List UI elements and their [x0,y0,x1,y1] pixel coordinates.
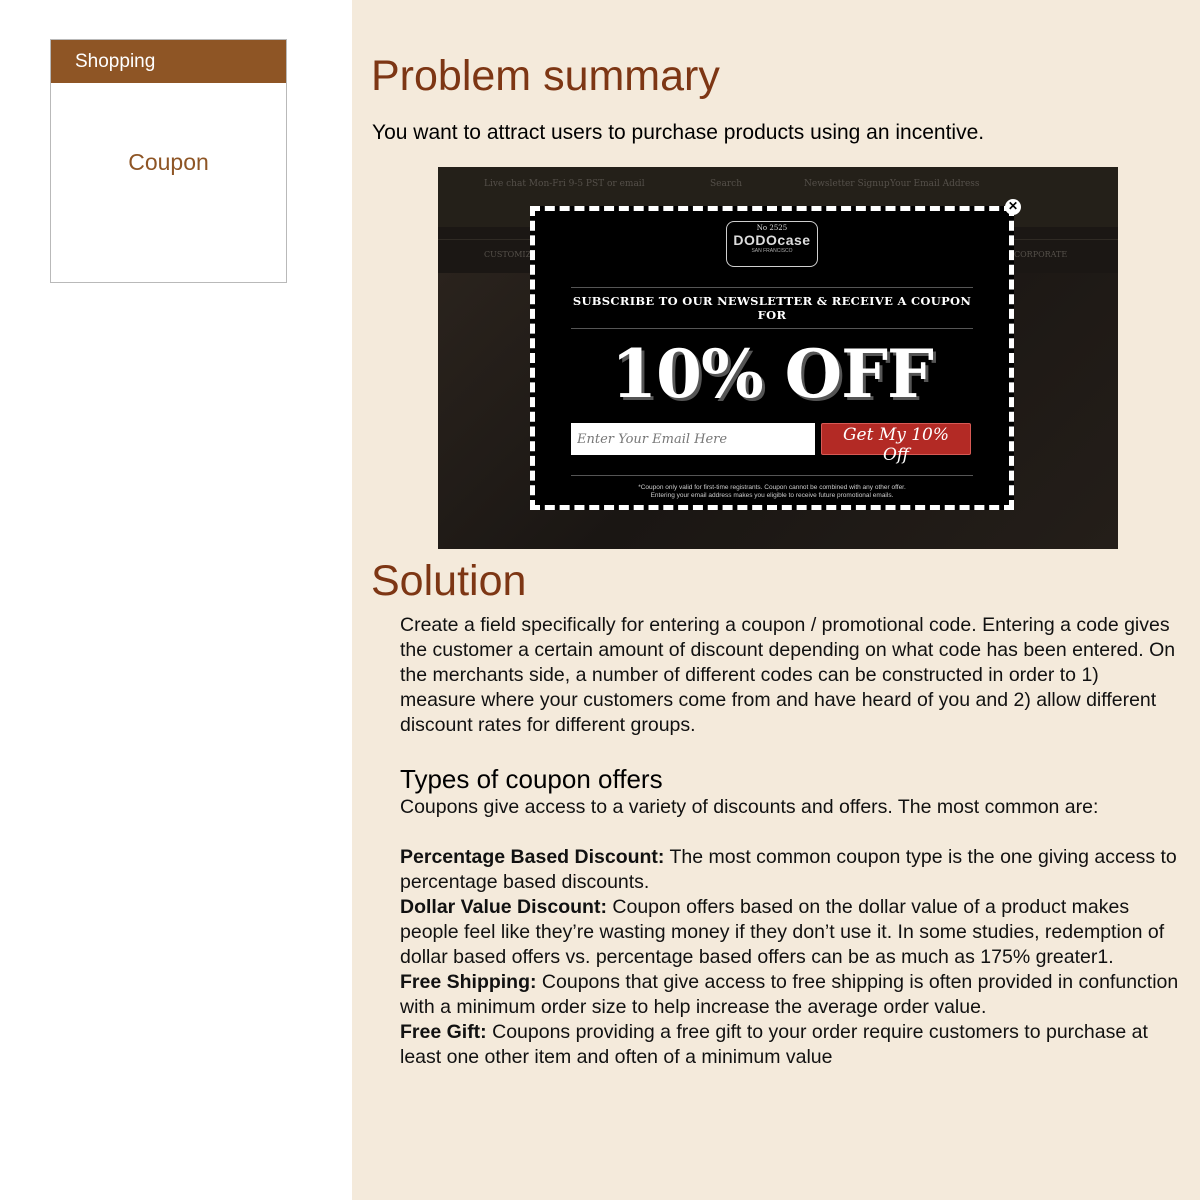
list-item: Free Shipping: Coupons that give access … [400,970,1180,1020]
topbar-text-search: Search [710,179,742,189]
item-label: Dollar Value Discount: [400,896,607,918]
sidebar: Shopping Coupon [0,0,352,1200]
types-list: Percentage Based Discount: The most comm… [400,845,1180,1070]
coupon-modal: ✕ No 2525 DODOcase SAN FRANCISCO SUBSCRI… [530,199,1021,510]
list-item: Free Gift: Coupons providing a free gift… [400,1020,1180,1070]
fine-print: *Coupon only valid for first-time regist… [571,475,973,500]
list-item: Dollar Value Discount: Coupon offers bas… [400,895,1180,970]
fine-print-line-2: Entering your email address makes you el… [650,492,894,499]
badge-brand: DODOcase [733,232,811,248]
signup-form: Get My 10% Off [571,423,973,465]
category-card: Shopping Coupon [50,39,287,283]
topbar-text-email: Your Email Address [890,179,980,189]
solution-text: Create a field specifically for entering… [400,614,1176,736]
types-intro: Coupons give access to a variety of disc… [400,796,1099,818]
nav-text-corporate: CORPORATE [1014,250,1068,259]
item-label: Percentage Based Discount: [400,846,665,868]
solution-heading: Solution [371,557,527,605]
fine-print-line-1: *Coupon only valid for first-time regist… [638,484,906,491]
problem-text: You want to attract users to purchase pr… [372,121,985,144]
types-heading: Types of coupon offers [400,764,663,794]
modal-headline: SUBSCRIBE TO OUR NEWSLETTER & RECEIVE A … [571,287,973,329]
topbar-text-newsletter: Newsletter Signup [804,179,890,189]
badge-number: No 2525 [756,224,788,232]
example-screenshot: Live chat Mon-Fri 9-5 PST or email Searc… [438,167,1118,549]
item-label: Free Shipping: [400,971,537,993]
category-header[interactable]: Shopping [51,40,286,83]
badge-sub: SAN FRANCISCO [751,248,793,254]
list-item: Percentage Based Discount: The most comm… [400,845,1180,895]
close-icon[interactable]: ✕ [1005,199,1021,215]
item-text: Coupons providing a free gift to your or… [400,1021,1148,1068]
get-coupon-button[interactable]: Get My 10% Off [821,423,971,465]
sidebar-item-coupon[interactable]: Coupon [51,149,286,176]
topbar-text-contact: Live chat Mon-Fri 9-5 PST or email [484,179,645,189]
offer-text: 10% OFF [611,335,934,413]
main-content: Problem summary You want to attract user… [352,0,1200,1200]
modal-inner: No 2525 DODOcase SAN FRANCISCO SUBSCRIBE… [571,221,973,500]
brand-badge: No 2525 DODOcase SAN FRANCISCO [726,221,818,267]
email-input[interactable] [571,423,815,455]
item-label: Free Gift: [400,1021,487,1043]
problem-heading: Problem summary [371,52,720,100]
